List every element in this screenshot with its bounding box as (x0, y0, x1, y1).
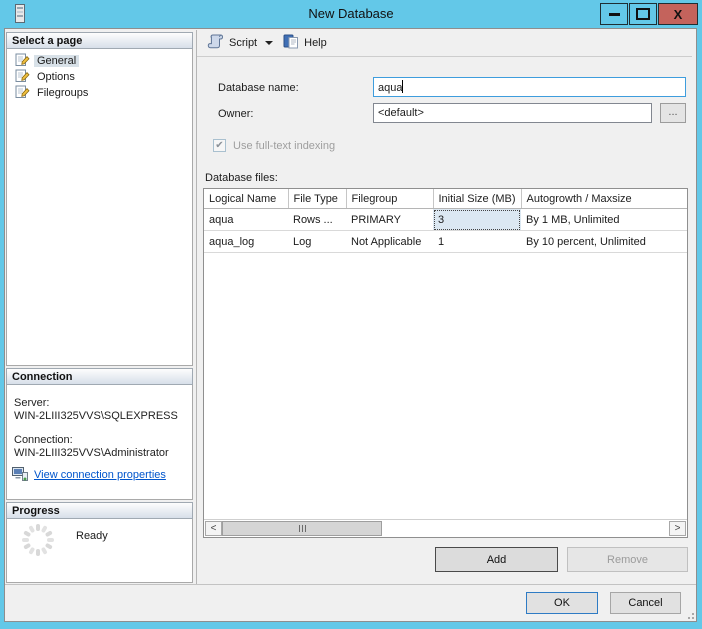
owner-label: Owner: (218, 108, 254, 120)
help-label: Help (304, 37, 327, 49)
sidebar-item-general[interactable]: General (7, 53, 192, 69)
cell-logical-name[interactable]: aqua_log (204, 230, 288, 253)
progress-header: Progress (6, 502, 193, 519)
select-page-header: Select a page (6, 32, 193, 49)
page-icon (15, 84, 30, 102)
cell-logical-name[interactable]: aqua (204, 208, 288, 231)
view-connection-properties-link[interactable]: View connection properties (34, 469, 166, 481)
minimize-button[interactable] (600, 3, 628, 25)
script-button[interactable]: Script (203, 31, 261, 55)
maximize-button[interactable] (629, 3, 657, 25)
server-label: Server: (14, 397, 50, 409)
connection-value: WIN-2LIII325VVS\Administrator (14, 447, 169, 459)
sidebar-item-label: General (34, 55, 80, 67)
files-table: Logical Name File Type Filegroup Initial… (204, 189, 687, 253)
close-button[interactable]: X (658, 3, 698, 25)
panel-divider (196, 30, 197, 584)
sidebar-item-label: Options (37, 71, 75, 83)
ok-button[interactable]: OK (526, 592, 598, 614)
col-autogrowth[interactable]: Autogrowth / Maxsize (521, 189, 687, 209)
select-page-panel: General Options Filegroups (6, 49, 193, 366)
horizontal-scrollbar: < > (204, 519, 687, 537)
owner-input[interactable]: <default> (373, 103, 652, 123)
database-name-label: Database name: (218, 82, 299, 94)
text-caret (402, 80, 404, 93)
cell-initial-size-selected[interactable]: 3 (433, 208, 521, 231)
scrollbar-thumb[interactable] (222, 521, 382, 536)
footer-divider (5, 584, 696, 585)
server-value: WIN-2LIII325VVS\SQLEXPRESS (14, 410, 178, 422)
table-row: aqua_log Log Not Applicable 1 By 10 perc… (204, 230, 687, 253)
progress-spinner-icon (20, 522, 56, 561)
table-row: aqua Rows ... PRIMARY 3 By 1 MB, Unlimit… (204, 208, 687, 231)
col-logical-name[interactable]: Logical Name (204, 189, 289, 209)
sidebar-item-label: Filegroups (37, 87, 89, 99)
toolbar: Script Help (197, 30, 692, 57)
cell-file-type[interactable]: Rows ... (288, 208, 346, 231)
col-filegroup[interactable]: Filegroup (346, 189, 434, 209)
connection-header: Connection (6, 368, 193, 385)
progress-status: Ready (76, 530, 108, 542)
database-files-grid: Logical Name File Type Filegroup Initial… (203, 188, 688, 538)
add-button[interactable]: Add (435, 547, 558, 572)
fulltext-label: Use full-text indexing (233, 140, 336, 152)
cell-initial-size[interactable]: 1 (433, 230, 521, 253)
scroll-left-button[interactable]: < (205, 521, 222, 536)
connection-properties-icon (12, 467, 29, 485)
col-file-type[interactable]: File Type (288, 189, 347, 209)
resize-grip[interactable] (684, 609, 694, 619)
cell-autogrowth[interactable]: By 10 percent, Unlimited (521, 230, 687, 253)
fulltext-checkbox[interactable]: ✔ (213, 139, 226, 152)
sidebar-item-options[interactable]: Options (7, 69, 192, 85)
window-title: New Database (308, 6, 394, 21)
cell-autogrowth[interactable]: By 1 MB, Unlimited (521, 208, 687, 231)
check-icon: ✔ (215, 140, 224, 151)
database-name-input[interactable]: aqua (373, 77, 686, 97)
script-dropdown-icon[interactable] (265, 41, 274, 45)
titlebar: New Database X (0, 0, 702, 28)
help-icon (283, 34, 299, 52)
cancel-button[interactable]: Cancel (610, 592, 681, 614)
remove-button[interactable]: Remove (567, 547, 688, 572)
connection-label: Connection: (14, 434, 73, 446)
table-header-row: Logical Name File Type Filegroup Initial… (204, 189, 687, 209)
cell-filegroup[interactable]: PRIMARY (346, 208, 433, 231)
col-initial-size[interactable]: Initial Size (MB) (433, 189, 522, 209)
scroll-right-button[interactable]: > (669, 521, 686, 536)
script-label: Script (229, 37, 258, 49)
help-button[interactable]: Help (279, 31, 331, 55)
script-icon (207, 34, 224, 52)
database-files-label: Database files: (205, 172, 278, 184)
sidebar-item-filegroups[interactable]: Filegroups (7, 85, 192, 101)
new-database-dialog: New Database X Select a page General Opt… (0, 0, 702, 629)
close-icon: X (673, 6, 683, 22)
owner-browse-button[interactable]: ... (660, 103, 686, 123)
cell-filegroup[interactable]: Not Applicable (346, 230, 433, 253)
maximize-icon (636, 8, 650, 20)
minimize-icon (608, 12, 620, 16)
cell-file-type[interactable]: Log (288, 230, 346, 253)
